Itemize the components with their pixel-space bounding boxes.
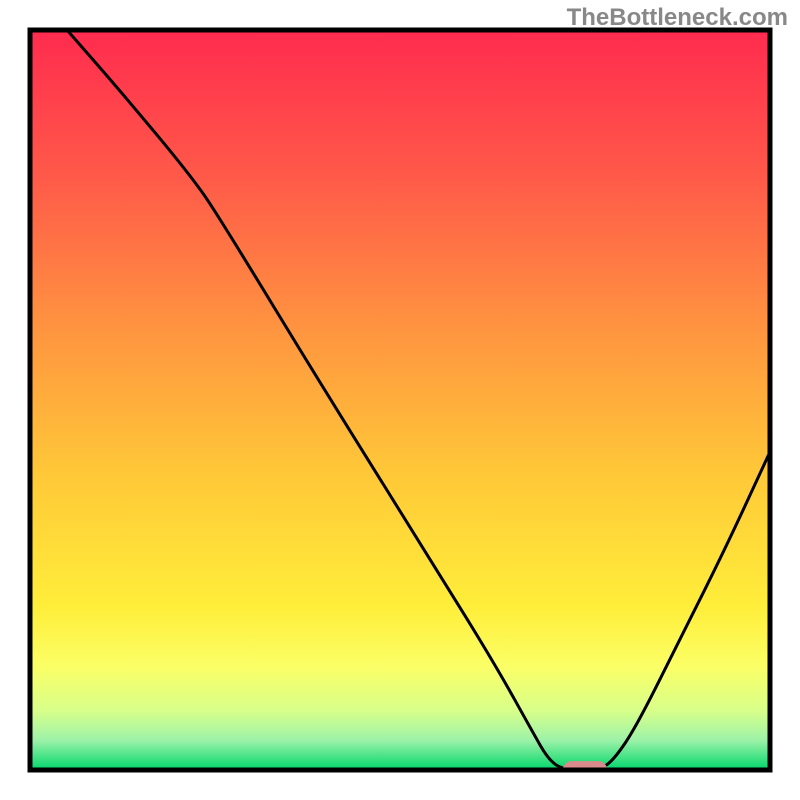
watermark-text: TheBottleneck.com [567, 4, 788, 32]
gradient-background [30, 30, 770, 770]
bottleneck-chart: TheBottleneck.com [0, 0, 800, 800]
chart-svg [0, 0, 800, 800]
